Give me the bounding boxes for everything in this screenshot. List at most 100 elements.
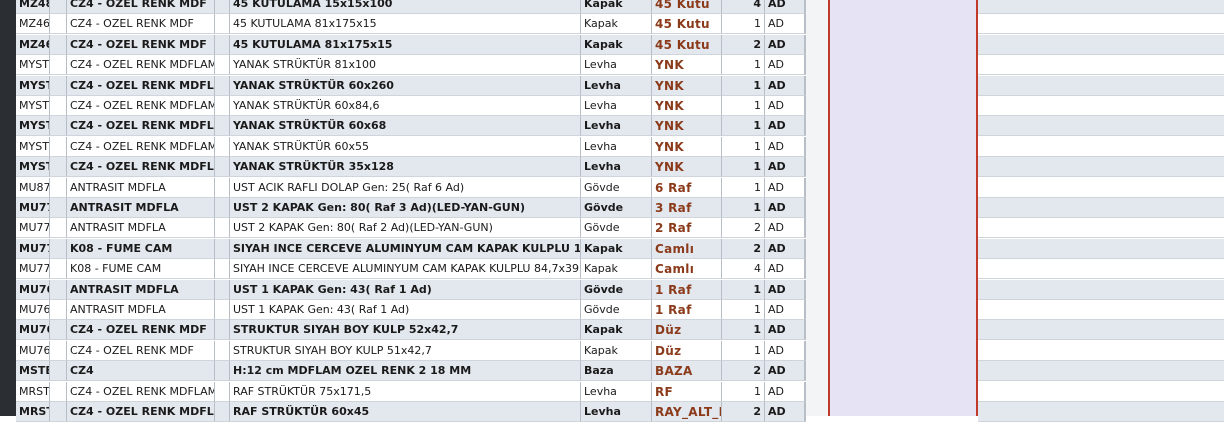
cell-spacer[interactable] [215,55,230,76]
cell-code[interactable]: MZ46 [16,14,50,35]
cell-description[interactable]: RAF STRÜKTÜR 60x45 [230,402,581,422]
table-row[interactable]: MZ48 CZ4 - OZEL RENK MDF 45 KUTULAMA 15x15… [16,0,806,14]
cell-material[interactable]: CZ4 - OZEL RENK MDF [67,14,215,35]
cell-spacer[interactable] [215,198,230,218]
cell-code[interactable]: MU76 [16,340,50,361]
cell-quantity[interactable]: 1 [722,14,765,35]
cell-type[interactable]: 6 Raf [652,177,722,198]
cell-type[interactable]: Camlı [652,238,722,259]
cell-description[interactable]: UST ACIK RAFLI DOLAP Gen: 25( Raf 6 Ad) [230,177,581,198]
cell-spacer[interactable] [215,177,230,198]
cell-code[interactable]: MU76 [16,320,50,341]
cell-spacer[interactable] [215,218,230,239]
cell-code[interactable]: MU77 [16,259,50,280]
cell-description[interactable]: 45 KUTULAMA 81x175x15 [230,14,581,35]
cell-material[interactable]: CZ4 - OZEL RENK MDF [67,340,215,361]
cell-material[interactable]: CZ4 - OZEL RENK MDF [67,0,215,14]
cell-part[interactable]: Levha [581,55,652,76]
cell-quantity[interactable]: 1 [722,96,765,116]
cell-description[interactable]: UST 2 KAPAK Gen: 80( Raf 3 Ad)(LED-YAN-G… [230,198,581,218]
table-row[interactable]: MYST CZ4 - OZEL RENK MDFLAM YANAK STRÜKTÜR… [16,96,806,116]
cell-part[interactable]: Levha [581,116,652,137]
cell-spacer[interactable] [50,136,67,157]
cell-unit[interactable]: AD [765,198,805,218]
cell-material[interactable]: CZ4 - OZEL RENK MDFLAM [67,96,215,116]
cell-material[interactable]: CZ4 - OZEL RENK MDF [67,34,215,55]
cell-description[interactable]: 45 KUTULAMA 81x175x15 [230,34,581,55]
cell-unit[interactable]: AD [765,300,805,320]
cell-description[interactable]: H:12 cm MDFLAM OZEL RENK 2 18 MM [230,361,581,382]
cell-material[interactable]: CZ4 - OZEL RENK MDFLAM [67,75,215,96]
cell-type[interactable]: YNK [652,55,722,76]
cell-code[interactable]: MZ46 [16,34,50,55]
cell-spacer[interactable] [215,238,230,259]
cell-spacer[interactable] [215,75,230,96]
cell-quantity[interactable]: 1 [722,340,765,361]
cell-description[interactable]: RAF STRÜKTÜR 75x171,5 [230,381,581,402]
cell-type[interactable]: 45 Kutu [652,34,722,55]
cell-part[interactable]: Levha [581,136,652,157]
cell-spacer[interactable] [215,157,230,178]
cell-description[interactable]: YANAK STRÜKTÜR 60x68 [230,116,581,137]
cell-description[interactable]: SIYAH INCE CERCEVE ALUMINYUM CAM KAPAK K… [230,238,581,259]
cell-spacer[interactable] [215,34,230,55]
cell-spacer[interactable] [50,320,67,341]
cell-spacer[interactable] [50,361,67,382]
cell-part[interactable]: Gövde [581,300,652,320]
cell-unit[interactable]: AD [765,75,805,96]
table-row[interactable]: MU77 K08 - FUME CAM SIYAH INCE CERCEVE ALU… [16,238,806,259]
cell-quantity[interactable]: 1 [722,157,765,178]
cell-material[interactable]: CZ4 - OZEL RENK MDFLAM [67,55,215,76]
cell-part[interactable]: Gövde [581,218,652,239]
cell-spacer[interactable] [215,116,230,137]
cell-type[interactable]: YNK [652,116,722,137]
cell-quantity[interactable]: 1 [722,136,765,157]
cell-spacer[interactable] [50,259,67,280]
cell-description[interactable]: STRUKTUR SIYAH BOY KULP 52x42,7 [230,320,581,341]
cell-spacer[interactable] [215,361,230,382]
cell-spacer[interactable] [215,402,230,422]
table-row[interactable]: MYST CZ4 - OZEL RENK MDFLAM YANAK STRÜKTÜR… [16,157,806,178]
table-row[interactable]: MU76 ANTRASIT MDFLA UST 1 KAPAK Gen: 43( R… [16,300,806,320]
table-row[interactable]: MRST CZ4 - OZEL RENK MDFLAM RAF STRÜKTÜR 7… [16,381,806,402]
cell-description[interactable]: STRUKTUR SIYAH BOY KULP 51x42,7 [230,340,581,361]
cell-type[interactable]: RAY_ALT_R [652,402,722,422]
cell-spacer[interactable] [50,157,67,178]
cell-spacer[interactable] [215,320,230,341]
cell-part[interactable]: Kapak [581,238,652,259]
cell-spacer[interactable] [50,218,67,239]
cell-code[interactable]: MYST [16,55,50,76]
cell-spacer[interactable] [215,14,230,35]
cell-unit[interactable]: AD [765,381,805,402]
cell-code[interactable]: MYST [16,136,50,157]
cell-spacer[interactable] [50,300,67,320]
cell-type[interactable]: Düz [652,340,722,361]
cell-quantity[interactable]: 2 [722,218,765,239]
cell-material[interactable]: ANTRASIT MDFLA [67,300,215,320]
cell-description[interactable]: UST 2 KAPAK Gen: 80( Raf 2 Ad)(LED-YAN-G… [230,218,581,239]
cell-type[interactable]: YNK [652,136,722,157]
cell-code[interactable]: MYST [16,96,50,116]
cell-unit[interactable]: AD [765,116,805,137]
table-row[interactable]: MYST CZ4 - OZEL RENK MDFLAM YANAK STRÜKTÜR… [16,55,806,76]
cell-part[interactable]: Kapak [581,34,652,55]
cell-description[interactable]: UST 1 KAPAK Gen: 43( Raf 1 Ad) [230,279,581,300]
cell-unit[interactable]: AD [765,259,805,280]
cell-unit[interactable]: AD [765,55,805,76]
table-row[interactable]: MRST CZ4 - OZEL RENK MDFLAM RAF STRÜKTÜR 6… [16,402,806,422]
cell-spacer[interactable] [50,279,67,300]
cell-type[interactable]: 45 Kutu [652,0,722,14]
cell-unit[interactable]: AD [765,136,805,157]
cell-spacer[interactable] [50,14,67,35]
cell-quantity[interactable]: 4 [722,259,765,280]
cell-type[interactable]: 1 Raf [652,279,722,300]
cell-material[interactable]: ANTRASIT MDFLA [67,177,215,198]
cell-unit[interactable]: AD [765,340,805,361]
cell-quantity[interactable]: 1 [722,198,765,218]
cell-quantity[interactable]: 1 [722,177,765,198]
cell-unit[interactable]: AD [765,96,805,116]
cell-unit[interactable]: AD [765,177,805,198]
cell-spacer[interactable] [215,340,230,361]
cell-type[interactable]: 3 Raf [652,198,722,218]
table-row[interactable]: MSTBCZ4H:12 cm MDFLAM OZEL RENK 2 18 MMB… [16,361,806,382]
